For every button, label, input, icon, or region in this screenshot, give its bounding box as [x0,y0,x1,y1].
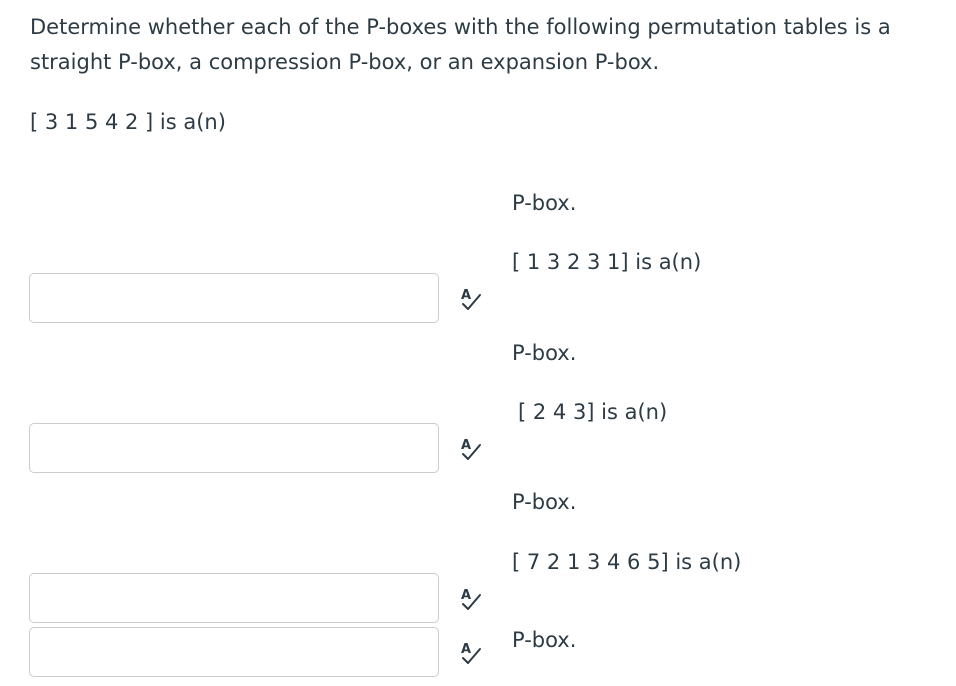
question-line-1: Determine whether each of the P-boxes wi… [30,15,891,39]
item-2-suffix: P-box. [512,341,577,365]
item-4-prompt: [ 7 2 1 3 4 6 5] is a(n) [512,550,742,574]
item-2-answer-input[interactable] [29,423,439,473]
item-3-prompt: [ 2 4 3] is a(n) [518,400,668,424]
item-2-prompt: [ 1 3 2 3 1] is a(n) [512,250,702,274]
svg-text:A: A [461,588,471,603]
spellcheck-icon[interactable]: A [458,436,484,462]
svg-text:A: A [461,642,471,657]
spellcheck-icon[interactable]: A [458,640,484,666]
item-1-answer-input[interactable] [29,273,439,323]
spellcheck-icon[interactable]: A [458,586,484,612]
item-3-suffix: P-box. [512,490,577,514]
svg-text:A: A [461,288,471,303]
question-line-2: straight P-box, a compression P-box, or … [30,50,660,74]
item-4-answer-input[interactable] [29,627,439,677]
spellcheck-icon[interactable]: A [458,286,484,312]
svg-text:A: A [461,438,471,453]
item-3-answer-input[interactable] [29,573,439,623]
question-text: Determine whether each of the P-boxes wi… [30,10,930,80]
item-1-prompt: [ 3 1 5 4 2 ] is a(n) [30,110,226,134]
item-4-suffix: P-box. [512,628,577,652]
item-1-suffix: P-box. [512,191,577,215]
